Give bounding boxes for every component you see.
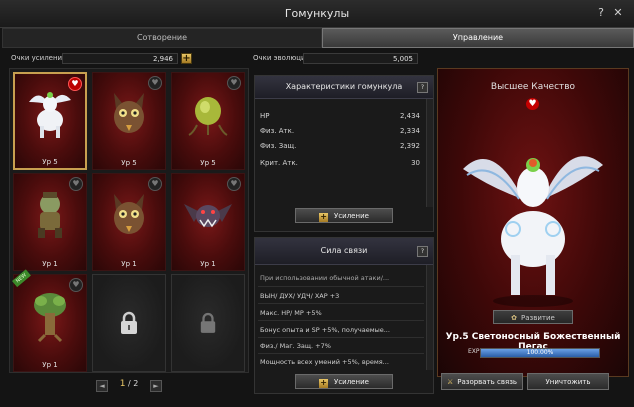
- homunculus-slot[interactable]: ♥ Ур 5: [13, 72, 87, 170]
- homunculus-slot[interactable]: ♥ Ур 5: [92, 72, 166, 170]
- homunculus-slot[interactable]: ♥ Ур 1: [171, 173, 245, 271]
- boost-points-value: 2,946: [62, 53, 178, 64]
- stat-row: Физ. Защ. 2,392: [260, 142, 420, 150]
- page-separator: /: [127, 379, 131, 388]
- tab-creation[interactable]: Сотворение: [2, 28, 322, 48]
- stats-help-icon[interactable]: ?: [417, 82, 428, 93]
- favorite-heart-icon[interactable]: ♥: [69, 177, 83, 191]
- favorite-heart-icon[interactable]: ♥: [526, 98, 539, 110]
- plus-icon: +: [319, 212, 329, 222]
- lock-icon: [200, 312, 216, 333]
- favorite-heart-icon[interactable]: ♥: [148, 76, 162, 90]
- bat-demon-icon: [184, 204, 232, 228]
- bond-row: Бонус опыта и SP +5%, получаемые...: [260, 326, 390, 334]
- exp-label: EXP: [468, 348, 480, 355]
- develop-button[interactable]: ✿ Развитие: [493, 310, 573, 324]
- pegasus-icon: [29, 92, 71, 139]
- bond-row: Физ./ Маг. Защ. +7%: [260, 342, 331, 350]
- locked-slot[interactable]: [171, 274, 245, 372]
- evolution-points-value: 5,005: [303, 53, 418, 64]
- window-title: Гомункулы: [284, 7, 350, 20]
- pegasus-portrait-icon: [463, 156, 603, 307]
- add-boost-points-button[interactable]: +: [181, 53, 192, 64]
- gear-icon: ✿: [511, 314, 518, 322]
- stats-panel: Характеристики гомункула ? HP 2,434 Физ. …: [254, 75, 434, 232]
- homunculus-slot[interactable]: ♥ Ур 1: [13, 173, 87, 271]
- stat-row: HP 2,434: [260, 112, 420, 120]
- evolution-points-label: Очки эволюции: [253, 54, 311, 62]
- help-button[interactable]: ?: [595, 6, 607, 20]
- slot-level: Ур 5: [200, 159, 216, 167]
- favorite-heart-icon[interactable]: ♥: [68, 77, 82, 91]
- slot-level: Ур 5: [42, 158, 58, 166]
- exp-text: 100.00%: [526, 349, 554, 356]
- homunculus-slot[interactable]: ♥ Ур 1: [92, 173, 166, 271]
- homunculus-slot[interactable]: NEW ♥ Ур 1: [12, 269, 87, 372]
- bond-row: Мощность всех умений +5%, время...: [260, 358, 389, 366]
- seed-pod-icon: [188, 97, 228, 137]
- tab-management[interactable]: Управление: [322, 28, 634, 48]
- plus-icon: +: [319, 378, 329, 388]
- bond-help-icon[interactable]: ?: [417, 246, 428, 257]
- treant-icon: [34, 293, 66, 343]
- bond-scrollbar[interactable]: [426, 265, 433, 370]
- bond-row: При использовании обычной атаки/...: [260, 274, 390, 282]
- exp-bar: 100.00%: [480, 348, 600, 358]
- slot-level: Ур 1: [121, 260, 137, 268]
- tab-bar: Сотворение Управление: [2, 28, 634, 48]
- homunculus-grid: ♥ Ур 5 ♥ Ур 5 ♥ Ур 5 ♥ Ур 1 ♥ Ур 1 ♥ Ур …: [9, 68, 249, 373]
- stats-boost-button[interactable]: + Усиление: [295, 208, 393, 223]
- bond-boost-button[interactable]: + Усиление: [295, 374, 393, 389]
- prev-page-button[interactable]: ◄: [96, 380, 108, 392]
- unlink-icon: ⚔: [446, 378, 454, 386]
- homunculus-slot[interactable]: ♥ Ур 5: [171, 72, 245, 170]
- boost-points-label: Очки усиления: [11, 54, 67, 62]
- stat-row: Физ. Атк. 2,334: [260, 127, 420, 135]
- stats-scrollbar[interactable]: [426, 99, 433, 207]
- stat-row: Крит. Атк. 30: [260, 159, 420, 167]
- goblin-icon: [38, 192, 62, 239]
- break-bond-button[interactable]: ⚔ Разорвать связь: [441, 373, 523, 390]
- slot-level: Ур 1: [42, 361, 58, 369]
- slot-level: Ур 1: [200, 260, 216, 268]
- current-page: 1: [119, 379, 126, 389]
- favorite-heart-icon[interactable]: ♥: [227, 177, 241, 191]
- homunculus-detail: Высшее Качество ♥ ✿ Развитие Ур.5 Светоно…: [437, 68, 629, 377]
- bond-row: ВЫН/ ДУХ/ УДЧ/ ХАР +3: [260, 292, 340, 300]
- owl-beast-icon: [114, 194, 144, 235]
- slot-level: Ур 1: [42, 260, 58, 268]
- quality-label: Высшее Качество: [490, 82, 576, 92]
- favorite-heart-icon[interactable]: ♥: [69, 278, 83, 292]
- favorite-heart-icon[interactable]: ♥: [148, 177, 162, 191]
- owl-beast-icon: [114, 93, 144, 134]
- pager: ◄ 1 / 2 ►: [96, 379, 162, 392]
- lock-icon: [121, 311, 137, 334]
- next-page-button[interactable]: ►: [150, 380, 162, 392]
- close-button[interactable]: ✕: [612, 6, 624, 20]
- bond-row: Макс. HP/ MP +5%: [260, 309, 322, 317]
- stats-panel-title: Характеристики гомункула: [285, 82, 403, 91]
- locked-slot[interactable]: [92, 274, 166, 372]
- new-badge: NEW: [12, 269, 31, 288]
- slot-level: Ур 5: [121, 159, 137, 167]
- destroy-button[interactable]: Уничтожить: [527, 373, 609, 390]
- bond-panel: Сила связи ? При использовании обычной а…: [254, 237, 434, 394]
- bond-panel-title: Сила связи: [320, 246, 368, 255]
- favorite-heart-icon[interactable]: ♥: [227, 76, 241, 90]
- total-pages: 2: [133, 379, 139, 388]
